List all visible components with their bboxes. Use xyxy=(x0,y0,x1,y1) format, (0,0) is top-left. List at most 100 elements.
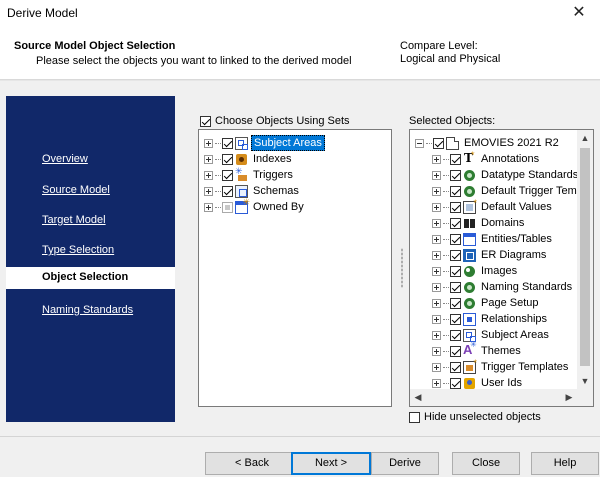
item-checkbox[interactable] xyxy=(450,329,461,341)
hide-unselected-option[interactable]: Hide unselected objects xyxy=(409,411,541,423)
nav-item-label: Object Selection xyxy=(42,271,129,283)
item-checkbox[interactable] xyxy=(450,377,461,389)
choose-sets-option[interactable]: Choose Objects Using Sets xyxy=(200,115,350,127)
expand-icon[interactable] xyxy=(204,138,213,148)
scroll-left-icon[interactable]: ◀ xyxy=(410,389,426,406)
item-checkbox[interactable] xyxy=(222,201,233,213)
object-sets-tree[interactable]: Subject Areas Indexes Triggers Schemas O… xyxy=(198,129,392,407)
nav-item-naming-standards[interactable]: Naming Standards xyxy=(42,304,133,316)
item-checkbox[interactable] xyxy=(222,137,233,149)
item-checkbox[interactable] xyxy=(450,169,461,181)
tree-item-datatype-standards[interactable]: Datatype Standards xyxy=(432,167,580,183)
scroll-thumb[interactable] xyxy=(580,148,590,366)
item-checkbox[interactable] xyxy=(450,361,461,373)
nav-item-object-selection[interactable]: Object Selection xyxy=(6,267,175,289)
expand-icon[interactable] xyxy=(432,282,441,292)
item-checkbox[interactable] xyxy=(222,153,233,165)
derive-button[interactable]: Derive xyxy=(371,452,439,475)
nav-item-type-selection[interactable]: Type Selection xyxy=(42,244,114,256)
header-divider xyxy=(0,80,600,81)
horizontal-scrollbar[interactable]: ◀ ▶ xyxy=(410,389,593,406)
nav-item-overview[interactable]: Overview xyxy=(42,153,88,165)
tree-item-schemas[interactable]: Schemas xyxy=(204,183,301,199)
expand-icon[interactable] xyxy=(204,186,213,196)
tree-root-model[interactable]: EMOVIES 2021 R2 xyxy=(415,135,561,151)
expand-icon[interactable] xyxy=(432,314,441,324)
item-checkbox[interactable] xyxy=(450,233,461,245)
close-button[interactable]: Close xyxy=(452,452,520,475)
tree-item-indexes[interactable]: Indexes xyxy=(204,151,294,167)
expand-icon[interactable] xyxy=(432,218,441,228)
tree-item-relationships[interactable]: Relationships xyxy=(432,311,549,327)
next-button[interactable]: Next > xyxy=(291,452,371,475)
tree-item-themes[interactable]: Themes xyxy=(432,340,523,359)
tree-item-owned-by[interactable]: Owned By xyxy=(204,197,306,215)
item-checkbox[interactable] xyxy=(450,313,461,325)
tree-item-default-values[interactable]: Default Values xyxy=(432,198,554,215)
tree-item-subject-areas[interactable]: Subject Areas xyxy=(432,327,551,343)
choose-sets-checkbox[interactable] xyxy=(200,115,211,127)
tree-item-label: Entities/Tables xyxy=(481,233,552,245)
default-values-icon xyxy=(463,198,477,214)
expand-icon[interactable] xyxy=(432,154,441,164)
scroll-down-icon[interactable]: ▼ xyxy=(577,373,593,389)
item-checkbox[interactable] xyxy=(450,153,461,165)
expand-icon[interactable] xyxy=(432,378,441,388)
back-button[interactable]: < Back xyxy=(205,452,299,475)
nav-item-target-model[interactable]: Target Model xyxy=(42,214,106,226)
item-checkbox[interactable] xyxy=(433,137,444,149)
expand-icon[interactable] xyxy=(432,170,441,180)
expand-icon[interactable] xyxy=(432,346,441,356)
vertical-scrollbar[interactable]: ▲ ▼ xyxy=(577,130,593,389)
collapse-icon[interactable] xyxy=(415,138,424,148)
hide-unselected-label: Hide unselected objects xyxy=(424,411,541,423)
item-checkbox[interactable] xyxy=(450,281,461,293)
tree-item-trigger-templates[interactable]: Trigger Templates xyxy=(432,358,570,375)
trigger-icon xyxy=(235,166,248,182)
expand-icon[interactable] xyxy=(432,234,441,244)
expand-icon[interactable] xyxy=(432,202,441,212)
owned-by-icon xyxy=(235,197,250,214)
item-checkbox[interactable] xyxy=(450,265,461,277)
pane-splitter[interactable] xyxy=(401,248,403,288)
tree-item-page-setup[interactable]: Page Setup xyxy=(432,295,541,311)
tree-item-entities-tables[interactable]: Entities/Tables xyxy=(432,231,554,247)
tree-item-er-diagrams[interactable]: ER Diagrams xyxy=(432,247,548,263)
expand-icon[interactable] xyxy=(432,362,441,372)
tree-item-subject-areas[interactable]: Subject Areas xyxy=(204,135,325,151)
scroll-right-icon[interactable]: ▶ xyxy=(561,389,577,406)
expand-icon[interactable] xyxy=(204,202,213,212)
expand-icon[interactable] xyxy=(432,250,441,260)
hide-unselected-checkbox[interactable] xyxy=(409,411,420,423)
item-checkbox[interactable] xyxy=(450,201,461,213)
expand-icon[interactable] xyxy=(432,186,441,196)
tree-item-annotations[interactable]: Annotations xyxy=(432,150,541,167)
selected-objects-tree[interactable]: EMOVIES 2021 R2 Annotations Datatype Sta… xyxy=(409,129,594,407)
expand-icon[interactable] xyxy=(204,170,213,180)
item-checkbox[interactable] xyxy=(450,249,461,261)
tree-item-label: Images xyxy=(481,265,518,277)
tree-item-label: Themes xyxy=(481,345,521,357)
tree-item-label: User Ids xyxy=(481,377,522,389)
tree-item-triggers[interactable]: Triggers xyxy=(204,166,295,183)
item-checkbox[interactable] xyxy=(450,185,461,197)
help-button[interactable]: Help xyxy=(531,452,599,475)
item-checkbox[interactable] xyxy=(222,169,233,181)
expand-icon[interactable] xyxy=(432,330,441,340)
close-icon[interactable]: ✕ xyxy=(568,3,590,23)
item-checkbox[interactable] xyxy=(450,345,461,357)
item-checkbox[interactable] xyxy=(450,217,461,229)
item-checkbox[interactable] xyxy=(222,185,233,197)
tree-item-label: Default Trigger Temp xyxy=(481,185,583,197)
tree-item-naming-standards[interactable]: Naming Standards xyxy=(432,279,574,295)
tree-item-images[interactable]: Images xyxy=(432,263,519,279)
expand-icon[interactable] xyxy=(204,154,213,164)
tree-item-domains[interactable]: Domains xyxy=(432,215,526,231)
expand-icon[interactable] xyxy=(432,266,441,276)
item-checkbox[interactable] xyxy=(450,297,461,309)
nav-item-source-model[interactable]: Source Model xyxy=(42,184,110,196)
tree-item-default-trigger-template[interactable]: Default Trigger Temp xyxy=(432,183,585,199)
expand-icon[interactable] xyxy=(432,298,441,308)
scroll-up-icon[interactable]: ▲ xyxy=(577,130,593,146)
theme-icon xyxy=(463,340,477,358)
